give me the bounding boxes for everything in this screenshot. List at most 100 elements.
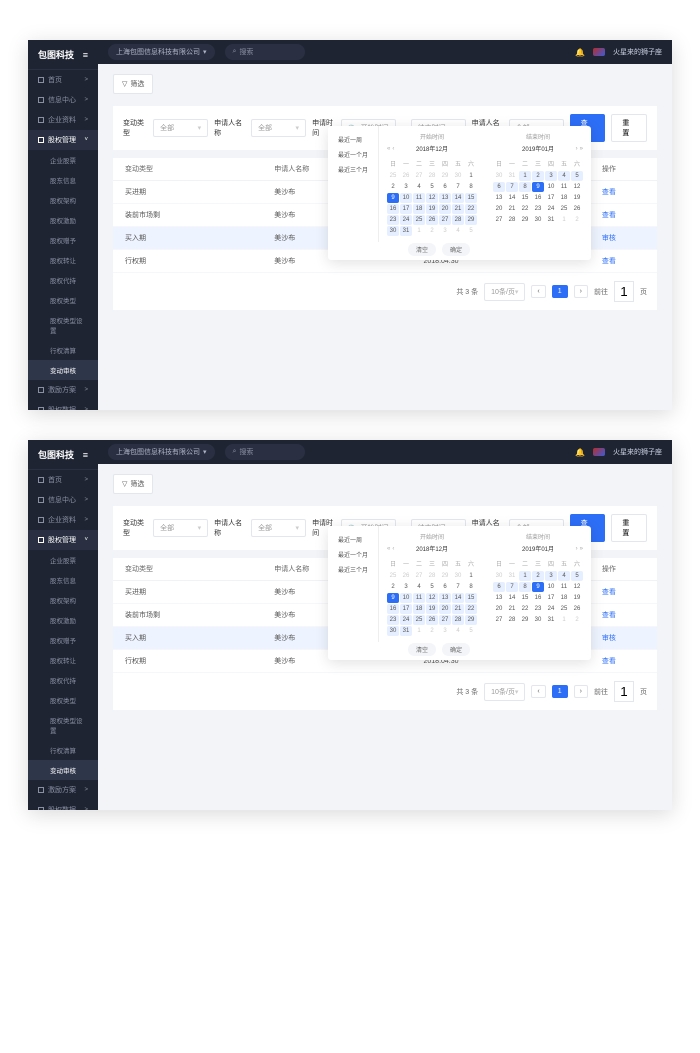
sidebar-subitem-10[interactable]: 变动审核: [28, 360, 98, 380]
cal-day[interactable]: 27: [439, 215, 451, 225]
cal-day[interactable]: 23: [532, 604, 544, 614]
sidebar-item-0[interactable]: 首页˃: [28, 470, 98, 490]
cal-ok[interactable]: 确定: [442, 643, 470, 656]
cal-prev[interactable]: «‹: [387, 146, 394, 152]
cal-day[interactable]: 2: [387, 182, 399, 192]
applicant-select[interactable]: 全部▾: [251, 519, 306, 537]
cal-ok[interactable]: 确定: [442, 243, 470, 256]
cal-day[interactable]: 24: [545, 604, 557, 614]
cal-day[interactable]: 7: [506, 182, 518, 192]
cal-day[interactable]: 3: [545, 171, 557, 181]
cal-day[interactable]: 22: [465, 204, 477, 214]
cal-day[interactable]: 1: [519, 571, 531, 581]
cal-day[interactable]: 15: [519, 593, 531, 603]
cal-day[interactable]: 25: [413, 615, 425, 625]
row-action-link[interactable]: 查看: [602, 589, 616, 596]
cal-day[interactable]: 5: [465, 226, 477, 236]
quick-range-0[interactable]: 最近一周: [328, 532, 378, 547]
cal-day[interactable]: 1: [558, 215, 570, 225]
reset-button[interactable]: 重置: [611, 114, 647, 142]
search-input[interactable]: ⌕搜索: [225, 444, 305, 460]
quick-range-2[interactable]: 最近三个月: [328, 562, 378, 577]
cal-day[interactable]: 31: [400, 626, 412, 636]
sidebar-subitem-8[interactable]: 股权类型设置: [28, 710, 98, 740]
cal-day[interactable]: 22: [465, 604, 477, 614]
cal-day[interactable]: 16: [387, 204, 399, 214]
cal-day[interactable]: 17: [400, 604, 412, 614]
cal-day[interactable]: 30: [452, 571, 464, 581]
cal-day[interactable]: 29: [465, 615, 477, 625]
page-size-select[interactable]: 10条/页▾: [484, 683, 525, 701]
cal-day[interactable]: 17: [545, 193, 557, 203]
cal-day[interactable]: 8: [519, 582, 531, 592]
cal-day[interactable]: 5: [571, 571, 583, 581]
sidebar-subitem-7[interactable]: 股权类型: [28, 690, 98, 710]
cal-day[interactable]: 1: [558, 615, 570, 625]
cal-day[interactable]: 1: [465, 571, 477, 581]
sidebar-subitem-1[interactable]: 股东信息: [28, 170, 98, 190]
cal-day[interactable]: 18: [413, 204, 425, 214]
cal-day[interactable]: 26: [571, 604, 583, 614]
row-action-link[interactable]: 查看: [602, 612, 616, 619]
cal-day[interactable]: 19: [571, 193, 583, 203]
sidebar-item-5[interactable]: 股权数据˃: [28, 400, 98, 410]
sidebar-subitem-6[interactable]: 股权代持: [28, 670, 98, 690]
reset-button[interactable]: 重置: [611, 514, 647, 542]
cal-day[interactable]: 28: [426, 171, 438, 181]
cal-day[interactable]: 7: [506, 582, 518, 592]
cal-day[interactable]: 19: [571, 593, 583, 603]
cal-day[interactable]: 4: [558, 171, 570, 181]
cal-day[interactable]: 28: [506, 215, 518, 225]
cal-day[interactable]: 3: [400, 582, 412, 592]
cal-day[interactable]: 18: [558, 193, 570, 203]
cal-day[interactable]: 4: [413, 582, 425, 592]
cal-day[interactable]: 18: [558, 593, 570, 603]
cal-day[interactable]: 10: [545, 582, 557, 592]
quick-range-2[interactable]: 最近三个月: [328, 162, 378, 177]
cal-next[interactable]: ›»: [576, 546, 583, 552]
cal-day[interactable]: 24: [545, 204, 557, 214]
bell-icon[interactable]: 🔔: [575, 48, 585, 57]
page-jump-input[interactable]: [614, 681, 634, 702]
cal-day[interactable]: 19: [426, 204, 438, 214]
cal-day[interactable]: 13: [493, 193, 505, 203]
sidebar-item-2[interactable]: 企业资料˃: [28, 110, 98, 130]
sidebar-item-1[interactable]: 信息中心˃: [28, 90, 98, 110]
cal-day[interactable]: 20: [493, 604, 505, 614]
page-jump-input[interactable]: [614, 281, 634, 302]
sidebar-subitem-9[interactable]: 行权清算: [28, 340, 98, 360]
page-size-select[interactable]: 10条/页▾: [484, 283, 525, 301]
cal-day[interactable]: 14: [452, 193, 464, 203]
cal-day[interactable]: 25: [387, 171, 399, 181]
cal-day[interactable]: 26: [426, 615, 438, 625]
cal-day[interactable]: 25: [413, 215, 425, 225]
cal-day[interactable]: 30: [387, 626, 399, 636]
cal-day[interactable]: 3: [400, 182, 412, 192]
sidebar-subitem-6[interactable]: 股权代持: [28, 270, 98, 290]
cal-day[interactable]: 16: [532, 593, 544, 603]
cal-day[interactable]: 25: [558, 204, 570, 214]
cal-day[interactable]: 24: [400, 215, 412, 225]
cal-day[interactable]: 1: [519, 171, 531, 181]
cal-day[interactable]: 29: [519, 615, 531, 625]
cal-day[interactable]: 27: [439, 615, 451, 625]
menu-toggle-icon[interactable]: ≡: [83, 450, 88, 460]
page-number[interactable]: 1: [552, 285, 568, 298]
cal-day[interactable]: 28: [506, 615, 518, 625]
cal-day[interactable]: 30: [532, 615, 544, 625]
company-selector[interactable]: 上海包图信息科技有限公司▾: [108, 44, 215, 60]
sidebar-subitem-9[interactable]: 行权清算: [28, 740, 98, 760]
cal-day[interactable]: 11: [558, 182, 570, 192]
cal-day[interactable]: 17: [545, 593, 557, 603]
cal-day[interactable]: 4: [558, 571, 570, 581]
cal-day[interactable]: 31: [506, 571, 518, 581]
cal-day[interactable]: 6: [493, 182, 505, 192]
sidebar-item-3[interactable]: 股权管理˅: [28, 530, 98, 550]
sidebar-subitem-1[interactable]: 股东信息: [28, 570, 98, 590]
cal-day[interactable]: 26: [400, 571, 412, 581]
quick-range-1[interactable]: 最近一个月: [328, 147, 378, 162]
cal-day[interactable]: 11: [558, 582, 570, 592]
cal-prev[interactable]: «‹: [387, 546, 394, 552]
cal-clear[interactable]: 清空: [408, 243, 436, 256]
cal-day[interactable]: 2: [571, 215, 583, 225]
